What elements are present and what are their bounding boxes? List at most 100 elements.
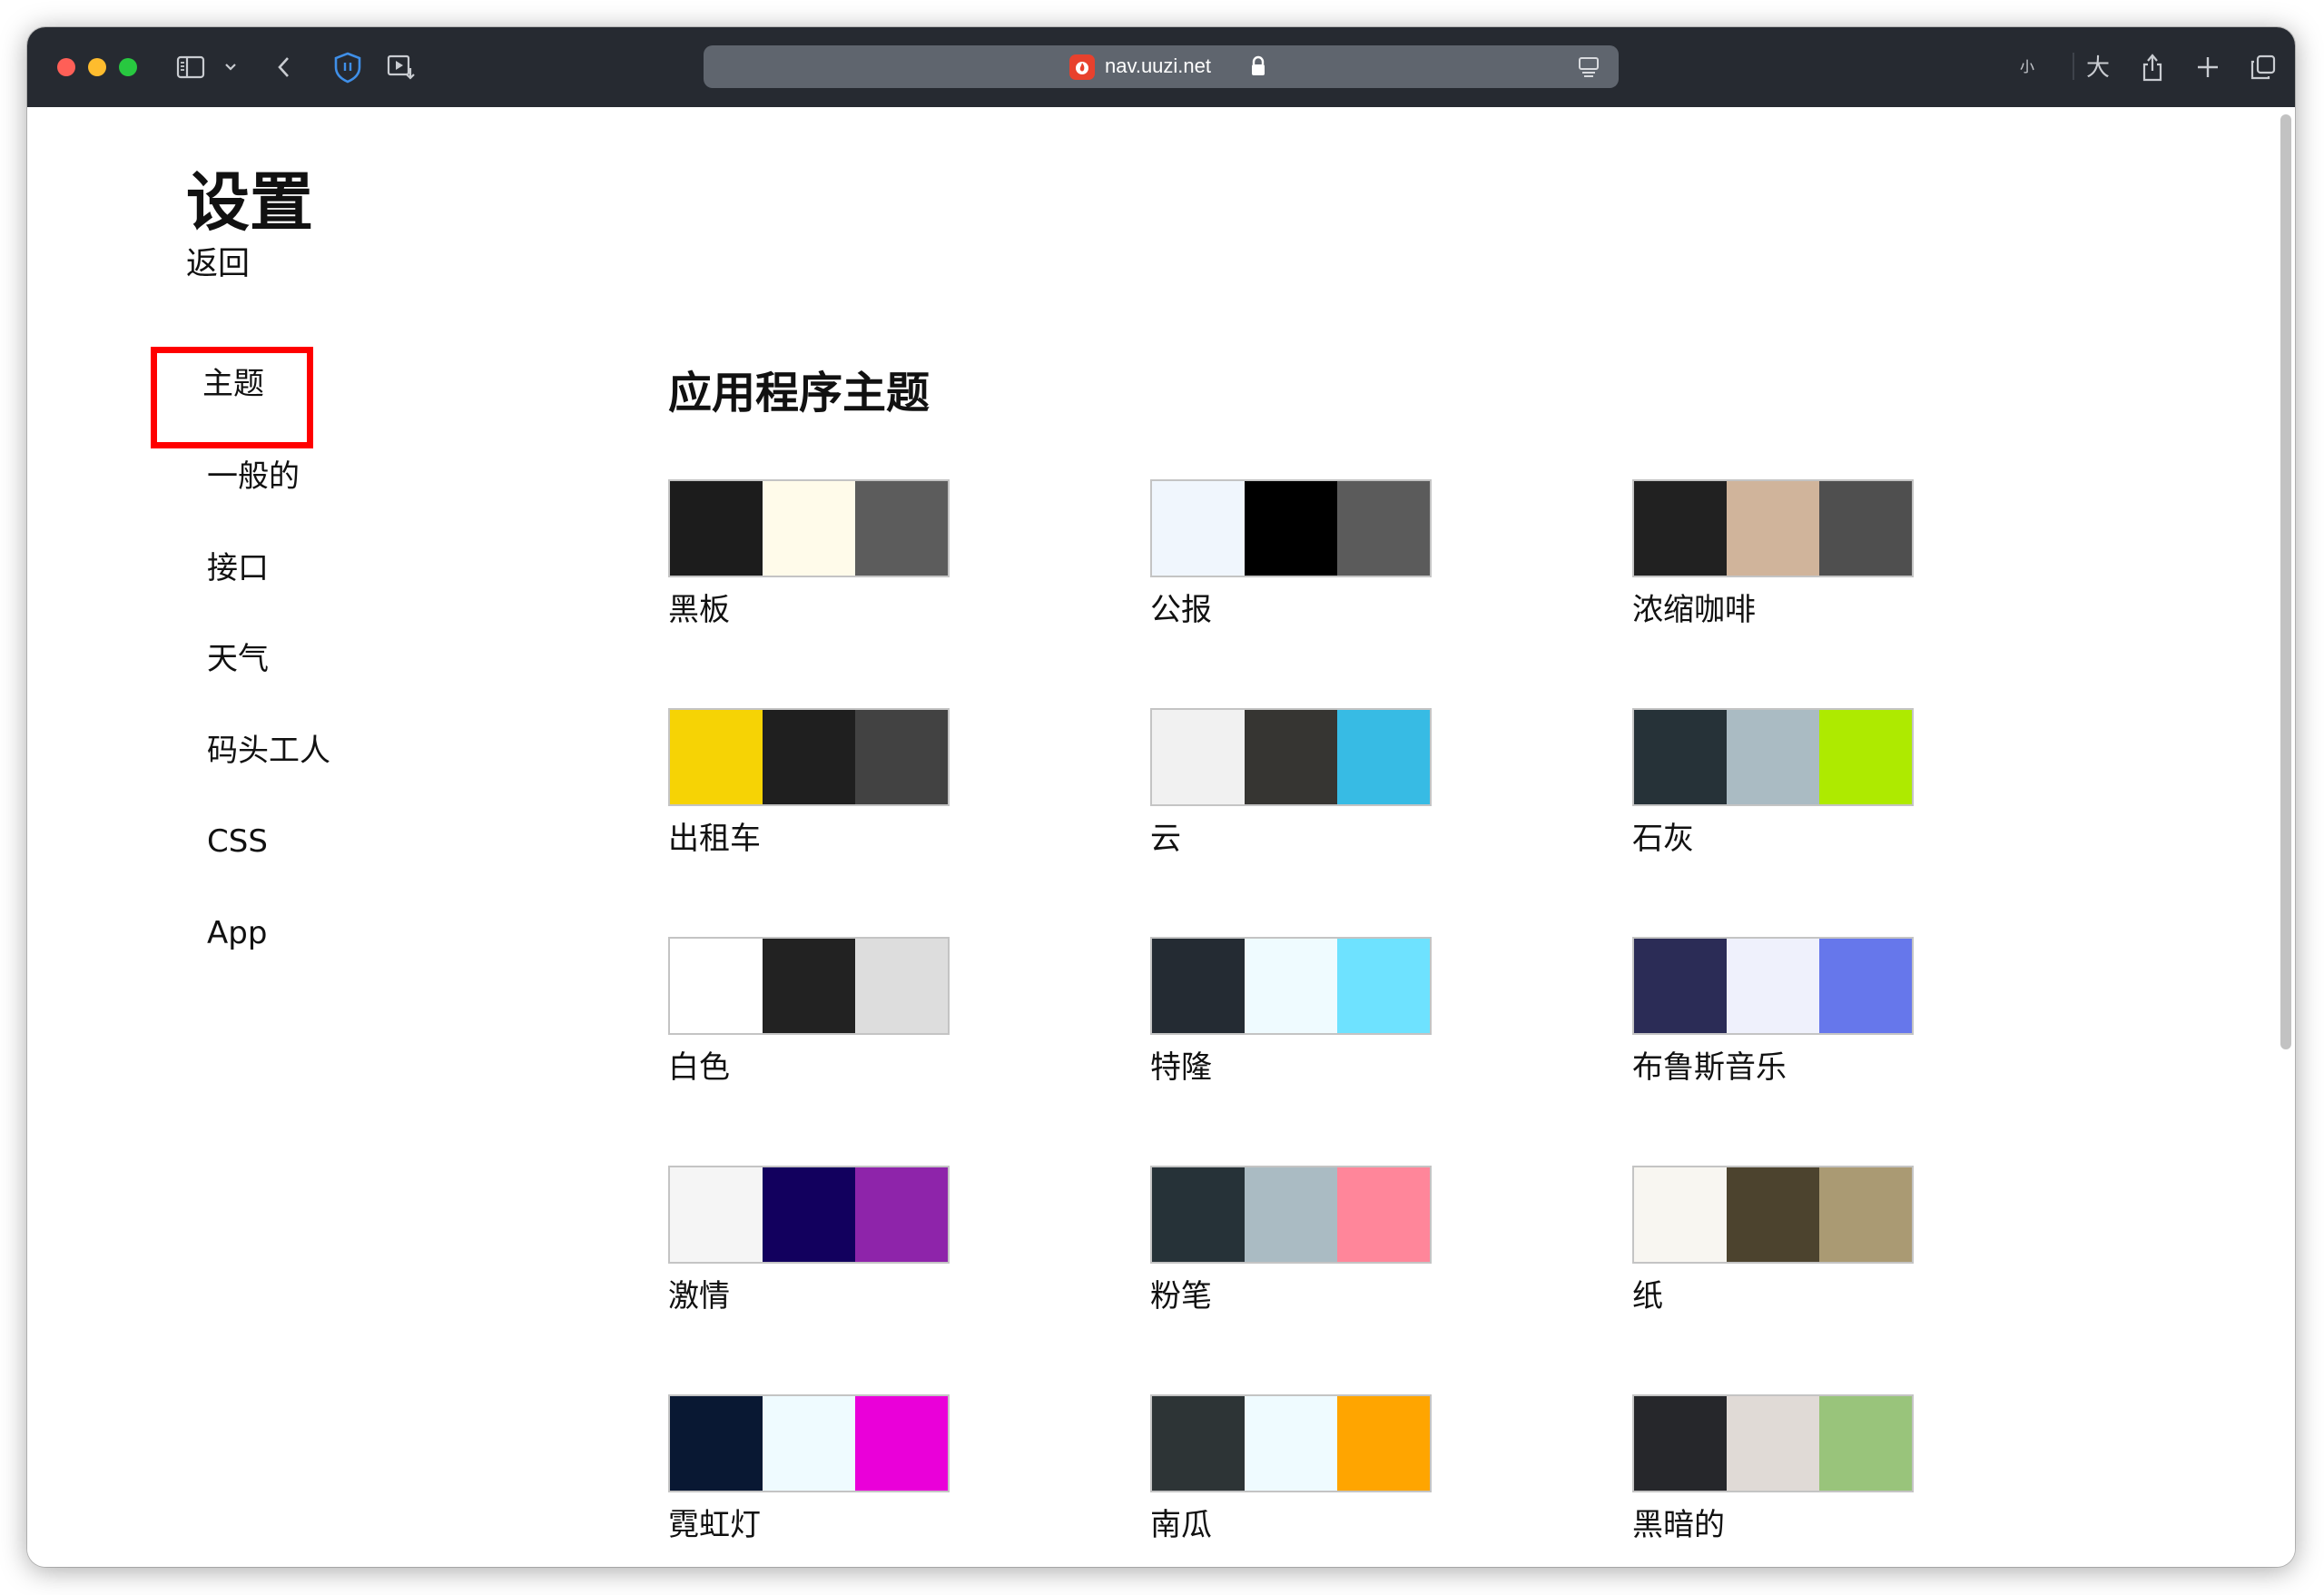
sidebar-item[interactable]: 接口 [207,546,269,591]
color-swatch [1727,481,1819,576]
color-swatch [855,481,948,576]
color-swatch [1245,481,1337,576]
maximize-window-button[interactable] [119,58,137,76]
theme-option[interactable]: 霓虹灯 [668,1394,950,1567]
color-swatch [1819,1167,1912,1262]
color-swatch [1819,1396,1912,1491]
color-swatch [1245,939,1337,1033]
theme-swatch-bar [1632,479,1914,577]
theme-name: 出租车 [668,821,761,857]
color-swatch [1337,1396,1430,1491]
theme-swatch-bar [668,1166,950,1264]
theme-option[interactable]: 石灰 [1632,708,1914,899]
tab-overview-icon[interactable] [2248,49,2279,85]
theme-option[interactable]: 粉笔 [1150,1166,1432,1356]
minimize-window-button[interactable] [88,58,106,76]
theme-option[interactable]: 特隆 [1150,937,1432,1127]
color-swatch [855,1167,948,1262]
back-arrow-icon[interactable] [271,49,298,85]
theme-option[interactable]: 南瓜 [1150,1394,1432,1567]
theme-name: 南瓜 [1150,1507,1212,1543]
color-swatch [1337,710,1430,804]
color-swatch [670,1167,763,1262]
color-swatch [763,710,855,804]
sidebar-item[interactable]: CSS [207,819,268,864]
theme-name: 特隆 [1150,1049,1212,1086]
theme-name: 激情 [668,1278,730,1314]
sidebar-toggle-icon[interactable] [175,49,206,85]
theme-name: 黑暗的 [1632,1507,1725,1543]
theme-option[interactable]: 黑暗的 [1632,1394,1914,1567]
theme-name: 黑板 [668,592,730,628]
color-swatch [1819,939,1912,1033]
share-icon[interactable] [2137,49,2168,85]
theme-swatch-bar [668,937,950,1035]
color-swatch [855,710,948,804]
increase-font-button[interactable]: 大 [2086,49,2110,83]
color-swatch [670,1396,763,1491]
theme-swatch-bar [668,1394,950,1492]
color-swatch [1727,710,1819,804]
theme-name: 白色 [668,1049,730,1086]
theme-option[interactable]: 浓缩咖啡 [1632,479,1914,670]
theme-option[interactable]: 公报 [1150,479,1432,670]
theme-name: 浓缩咖啡 [1632,592,1756,628]
color-swatch [1634,1396,1727,1491]
theme-swatch-bar [1632,1394,1914,1492]
color-swatch [1727,939,1819,1033]
color-swatch [1152,1396,1245,1491]
theme-option[interactable]: 纸 [1632,1166,1914,1356]
sidebar-item[interactable]: 主题 [202,361,264,407]
color-swatch [1634,710,1727,804]
reader-mode-icon[interactable] [1577,56,1600,82]
theme-option[interactable]: 激情 [668,1166,950,1356]
theme-name: 霓虹灯 [668,1507,761,1543]
privacy-shield-icon[interactable] [330,49,366,85]
theme-option[interactable]: 黑板 [668,479,950,670]
decrease-font-button[interactable]: 小 [2020,54,2034,76]
sidebar-item[interactable]: 天气 [207,636,269,682]
color-swatch [763,481,855,576]
color-swatch [763,939,855,1033]
color-swatch [1727,1396,1819,1491]
color-swatch [670,481,763,576]
sidebar-item[interactable]: 一般的 [207,454,300,499]
theme-name: 石灰 [1632,821,1694,857]
color-swatch [763,1167,855,1262]
section-title: 应用程序主题 [668,368,931,418]
sidebar-item[interactable]: App [207,911,267,956]
media-download-icon[interactable] [383,49,419,85]
close-window-button[interactable] [57,58,75,76]
color-swatch [670,710,763,804]
address-bar[interactable]: nav.uuzi.net [704,45,1619,88]
theme-option[interactable]: 白色 [668,937,950,1127]
theme-option[interactable]: 布鲁斯音乐 [1632,937,1914,1127]
font-size-divider [2073,53,2074,80]
theme-option[interactable]: 云 [1150,708,1432,899]
color-swatch [1152,939,1245,1033]
color-swatch [1152,481,1245,576]
back-link[interactable]: 返回 [186,241,250,287]
theme-swatch-bar [668,708,950,806]
theme-swatch-bar [1632,1166,1914,1264]
theme-swatch-bar [1150,479,1432,577]
chevron-down-icon[interactable] [222,49,240,85]
color-swatch [1337,1167,1430,1262]
new-tab-plus-icon[interactable] [2192,49,2223,85]
color-swatch [1819,481,1912,576]
color-swatch [1245,1167,1337,1262]
color-swatch [1634,1167,1727,1262]
color-swatch [1634,481,1727,576]
url-text[interactable]: nav.uuzi.net [1105,54,1211,79]
color-swatch [1245,1396,1337,1491]
vertical-scrollbar[interactable] [2280,114,2291,1049]
color-swatch [763,1396,855,1491]
theme-swatch-bar [1632,937,1914,1035]
theme-option[interactable]: 出租车 [668,708,950,899]
sidebar-item[interactable]: 码头工人 [207,728,330,773]
color-swatch [1337,939,1430,1033]
color-swatch [1819,710,1912,804]
color-swatch [1337,481,1430,576]
theme-swatch-bar [1150,1166,1432,1264]
theme-name: 公报 [1150,592,1212,628]
